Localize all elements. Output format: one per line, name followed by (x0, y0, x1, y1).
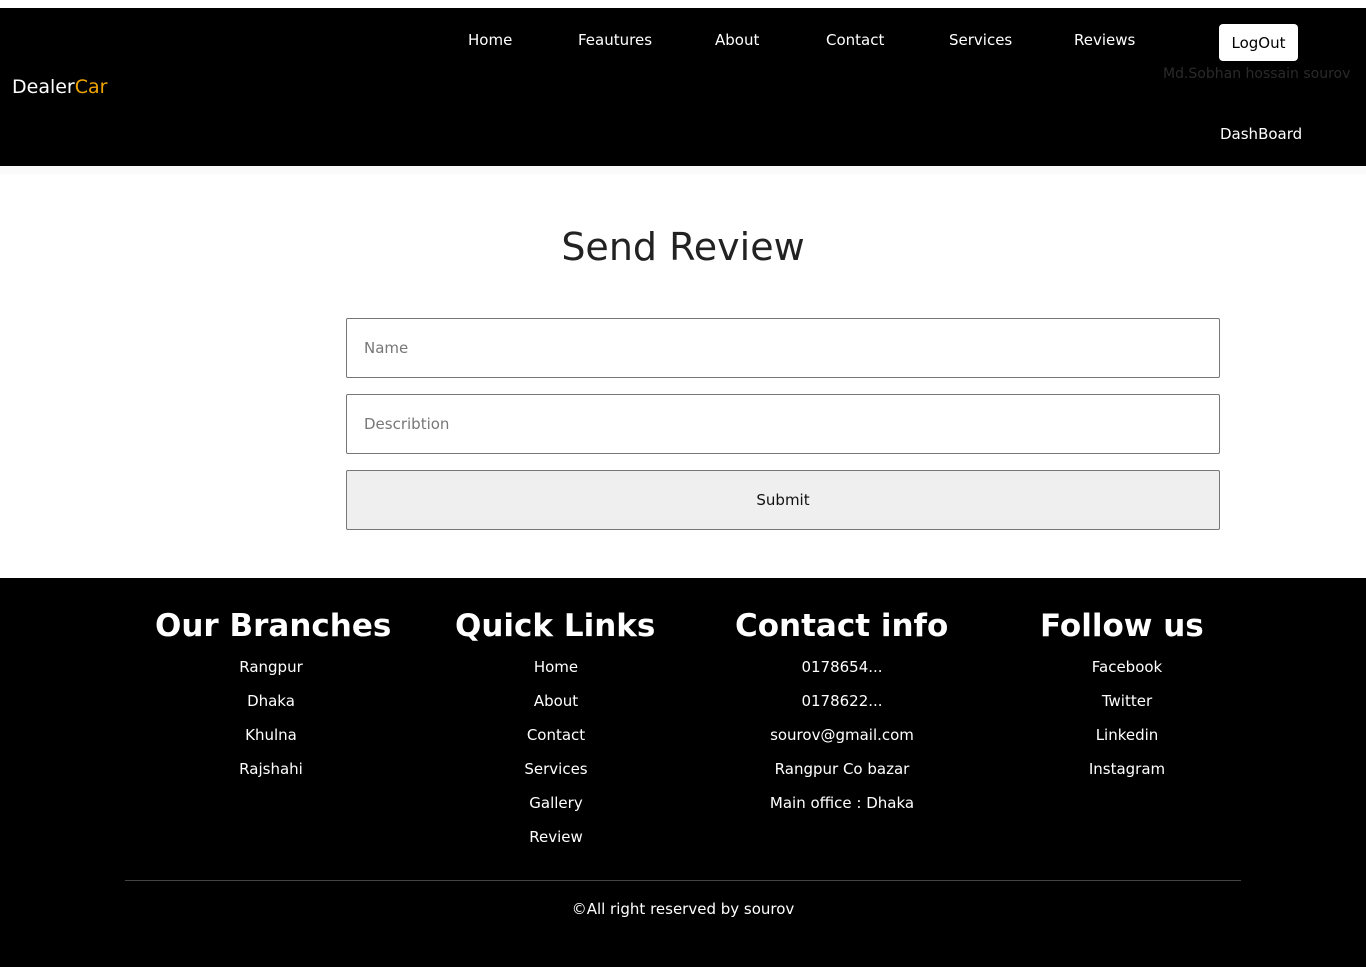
brand-name-primary: Dealer (12, 76, 75, 98)
navbar: DealerCar Home Feautures About Contact S… (0, 8, 1366, 166)
dashboard-link[interactable]: DashBoard (1220, 125, 1302, 143)
nav-contact[interactable]: Contact (826, 31, 884, 49)
contact-email: sourov@gmail.com (770, 726, 914, 744)
footer-link-review[interactable]: Review (487, 820, 625, 854)
contact-address: Rangpur Co bazar (774, 760, 910, 778)
user-name: Md.Sobhan hossain sourov (1163, 66, 1351, 82)
brand-name-accent: Car (74, 76, 108, 98)
footer-branches: Our Branches Rangpur Dhaka Khulna Rajsha… (155, 608, 392, 786)
footer-quick-links: Quick Links Home About Contact Services … (455, 608, 656, 854)
branch-item: Dhaka (247, 692, 295, 710)
top-strip (0, 0, 1366, 8)
social-facebook[interactable]: Facebook (1072, 650, 1182, 684)
footer-link-contact[interactable]: Contact (487, 718, 625, 752)
nav-services[interactable]: Services (949, 31, 1012, 49)
nav-features[interactable]: Feautures (578, 31, 652, 49)
footer-link-services[interactable]: Services (487, 752, 625, 786)
contact-phone-1: 0178654... (801, 658, 883, 676)
logout-button[interactable]: LogOut (1219, 24, 1298, 61)
footer-follow: Follow us Facebook Twitter Linkedin Inst… (1040, 608, 1204, 786)
submit-button[interactable]: Submit (346, 470, 1220, 530)
description-input[interactable] (346, 394, 1220, 454)
branches-heading: Our Branches (155, 608, 392, 644)
footer-contact: Contact info 0178654... 0178622... souro… (735, 608, 949, 820)
footer: Our Branches Rangpur Dhaka Khulna Rajsha… (0, 578, 1366, 967)
brand-logo[interactable]: DealerCar (12, 76, 107, 98)
footer-divider (125, 880, 1241, 881)
contact-phone-2: 0178622... (801, 692, 883, 710)
copyright-text: ©All right reserved by sourov (571, 900, 795, 918)
name-input[interactable] (346, 318, 1220, 378)
header-divider (0, 166, 1366, 174)
contact-heading: Contact info (735, 608, 949, 644)
footer-link-gallery[interactable]: Gallery (487, 786, 625, 820)
branch-item: Rajshahi (239, 760, 303, 778)
footer-link-home[interactable]: Home (487, 650, 625, 684)
contact-main-office: Main office : Dhaka (769, 794, 915, 812)
branch-item: Khulna (245, 726, 297, 744)
social-twitter[interactable]: Twitter (1072, 684, 1182, 718)
follow-heading: Follow us (1040, 608, 1204, 644)
nav-home[interactable]: Home (468, 31, 512, 49)
footer-link-about[interactable]: About (487, 684, 625, 718)
social-linkedin[interactable]: Linkedin (1072, 718, 1182, 752)
quick-links-heading: Quick Links (455, 608, 656, 644)
branch-item: Rangpur (239, 658, 303, 676)
nav-about[interactable]: About (715, 31, 759, 49)
social-instagram[interactable]: Instagram (1072, 752, 1182, 786)
nav-reviews[interactable]: Reviews (1074, 31, 1135, 49)
page-title: Send Review (561, 225, 805, 269)
